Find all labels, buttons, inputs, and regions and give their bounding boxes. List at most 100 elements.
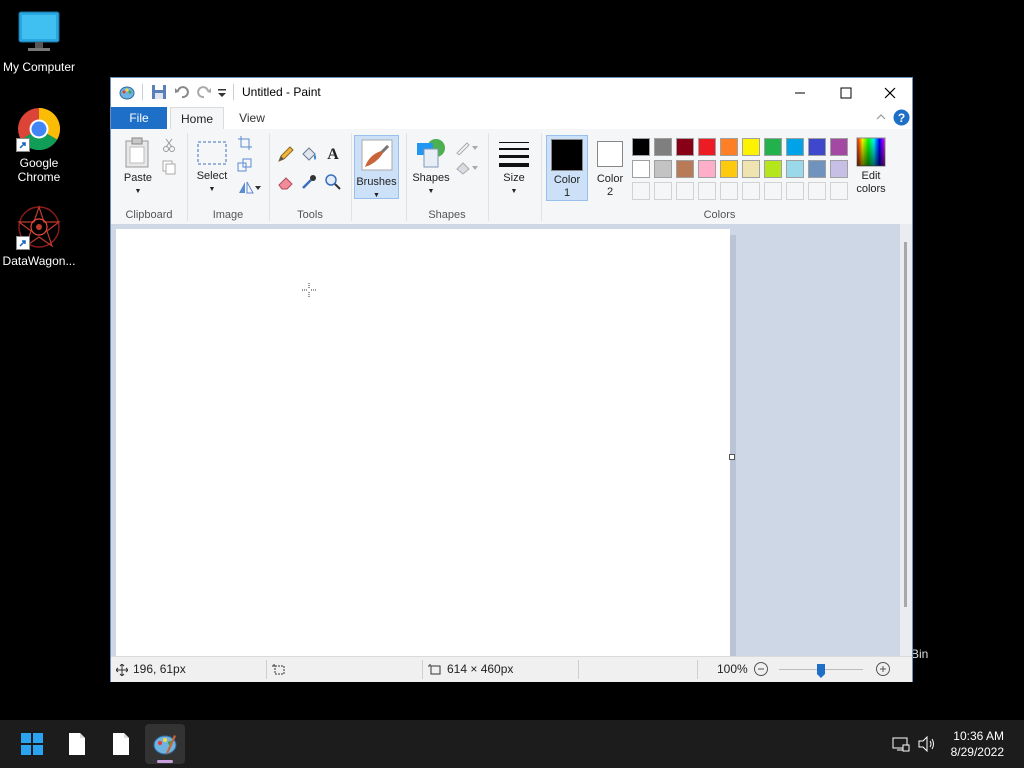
select-label: Select (196, 170, 228, 182)
cut-icon[interactable] (161, 137, 179, 155)
canvas-resize-handle[interactable] (729, 454, 735, 460)
select-button[interactable]: Select ▼ (194, 139, 230, 196)
palette-swatch-empty[interactable] (676, 182, 694, 200)
group-label-clipboard: Clipboard (125, 209, 173, 221)
canvas-shadow (730, 235, 736, 657)
copy-icon[interactable] (161, 159, 179, 177)
color2-label: Color 2 (596, 173, 624, 198)
palette-swatch[interactable] (720, 160, 738, 178)
magnifier-icon[interactable] (324, 173, 342, 191)
ribbon-tabs: File Home View ? (111, 107, 912, 131)
size-button[interactable]: Size ▼ (495, 139, 533, 198)
palette-swatch-empty[interactable] (654, 182, 672, 200)
palette-swatch[interactable] (742, 160, 760, 178)
taskbar-paint[interactable] (145, 724, 185, 764)
fill-bucket-icon[interactable] (300, 145, 318, 163)
canvas-size-icon (428, 657, 442, 682)
taskbar-file-2[interactable] (101, 724, 141, 764)
palette-swatch[interactable] (720, 138, 738, 156)
palette-swatch[interactable] (698, 160, 716, 178)
edit-colors-button[interactable]: Edit colors (851, 137, 891, 196)
vertical-scrollbar[interactable] (900, 224, 912, 656)
selection-size-icon (272, 657, 286, 682)
palette-swatch[interactable] (786, 138, 804, 156)
drawing-canvas[interactable] (116, 229, 730, 657)
tab-view[interactable]: View (229, 107, 275, 129)
color1-button[interactable]: Color 1 (546, 135, 588, 201)
status-separator (697, 660, 698, 679)
palette-swatch[interactable] (808, 160, 826, 178)
palette-swatch[interactable] (830, 138, 848, 156)
title-bar[interactable]: Untitled - Paint (111, 78, 912, 107)
palette-swatch[interactable] (830, 160, 848, 178)
palette-swatch-empty[interactable] (786, 182, 804, 200)
palette-swatch[interactable] (742, 138, 760, 156)
palette-swatch[interactable] (786, 160, 804, 178)
rotate-icon[interactable] (237, 179, 263, 197)
palette-swatch[interactable] (654, 138, 672, 156)
palette-swatch[interactable] (764, 160, 782, 178)
network-icon[interactable] (892, 736, 910, 755)
palette-swatch-empty[interactable] (720, 182, 738, 200)
close-button[interactable] (867, 78, 913, 107)
palette-swatch-empty[interactable] (830, 182, 848, 200)
paint-app-icon (153, 735, 177, 755)
zoom-in-button[interactable] (875, 661, 891, 677)
redo-icon[interactable] (196, 84, 212, 100)
palette-swatch[interactable] (676, 138, 694, 156)
tab-home[interactable]: Home (170, 107, 224, 131)
canvas-workarea[interactable] (111, 224, 912, 657)
undo-icon[interactable] (174, 84, 190, 100)
zoom-slider-thumb[interactable] (817, 662, 825, 678)
crop-icon[interactable] (237, 135, 255, 153)
palette-swatch[interactable] (676, 160, 694, 178)
resize-icon[interactable] (237, 157, 255, 175)
text-icon[interactable]: A (324, 144, 342, 163)
minimize-ribbon-icon[interactable] (875, 111, 887, 126)
color2-button[interactable]: Color 2 (590, 135, 630, 201)
palette-swatch-empty[interactable] (808, 182, 826, 200)
zoom-out-button[interactable] (753, 661, 769, 677)
palette-swatch[interactable] (654, 160, 672, 178)
shapes-button[interactable]: Shapes ▼ (411, 137, 451, 198)
paste-button[interactable]: Paste ▼ (119, 137, 157, 198)
help-icon[interactable]: ? (893, 109, 910, 129)
start-button[interactable] (12, 724, 52, 764)
palette-swatch[interactable] (632, 160, 650, 178)
palette-swatch[interactable] (808, 138, 826, 156)
desktop-icon-label: DataWagon... (2, 254, 76, 268)
palette-swatch-empty[interactable] (742, 182, 760, 200)
taskbar-file-1[interactable] (57, 724, 97, 764)
ribbon-home: Paste ▼ Clipboard Select ▼ Image A Tools… (111, 129, 912, 225)
pencil-icon[interactable] (277, 145, 295, 163)
desktop-icon-google-chrome[interactable]: Google Chrome (0, 106, 78, 184)
clock-time: 10:36 AM (953, 729, 1004, 743)
desktop-icon-datawagon[interactable]: DataWagon... (0, 204, 78, 268)
palette-swatch[interactable] (764, 138, 782, 156)
desktop-icon-my-computer[interactable]: My Computer (0, 10, 78, 74)
ribbon-separator (351, 133, 352, 221)
color-picker-icon[interactable] (300, 173, 318, 191)
minimize-button[interactable] (777, 78, 823, 107)
shapes-icon (417, 139, 445, 168)
outline-icon[interactable] (455, 139, 481, 157)
eraser-icon[interactable] (277, 173, 295, 191)
paint-app-icon[interactable] (119, 84, 135, 100)
customize-quick-access-icon[interactable] (217, 88, 227, 104)
brushes-button[interactable]: Brushes ▼ (354, 135, 399, 199)
palette-swatch-empty[interactable] (632, 182, 650, 200)
color-spectrum-icon (856, 137, 886, 167)
scrollbar-thumb[interactable] (904, 242, 907, 607)
status-separator (422, 660, 423, 679)
tab-file[interactable]: File (111, 107, 167, 129)
save-icon[interactable] (151, 84, 167, 100)
palette-swatch-empty[interactable] (764, 182, 782, 200)
palette-swatch-empty[interactable] (698, 182, 716, 200)
maximize-button[interactable] (823, 78, 869, 107)
system-clock[interactable]: 10:36 AM 8/29/2022 (951, 728, 1004, 760)
volume-icon[interactable] (918, 735, 936, 755)
zoom-out-icon (754, 662, 768, 676)
fill-icon[interactable] (455, 159, 481, 177)
palette-swatch[interactable] (698, 138, 716, 156)
palette-swatch[interactable] (632, 138, 650, 156)
